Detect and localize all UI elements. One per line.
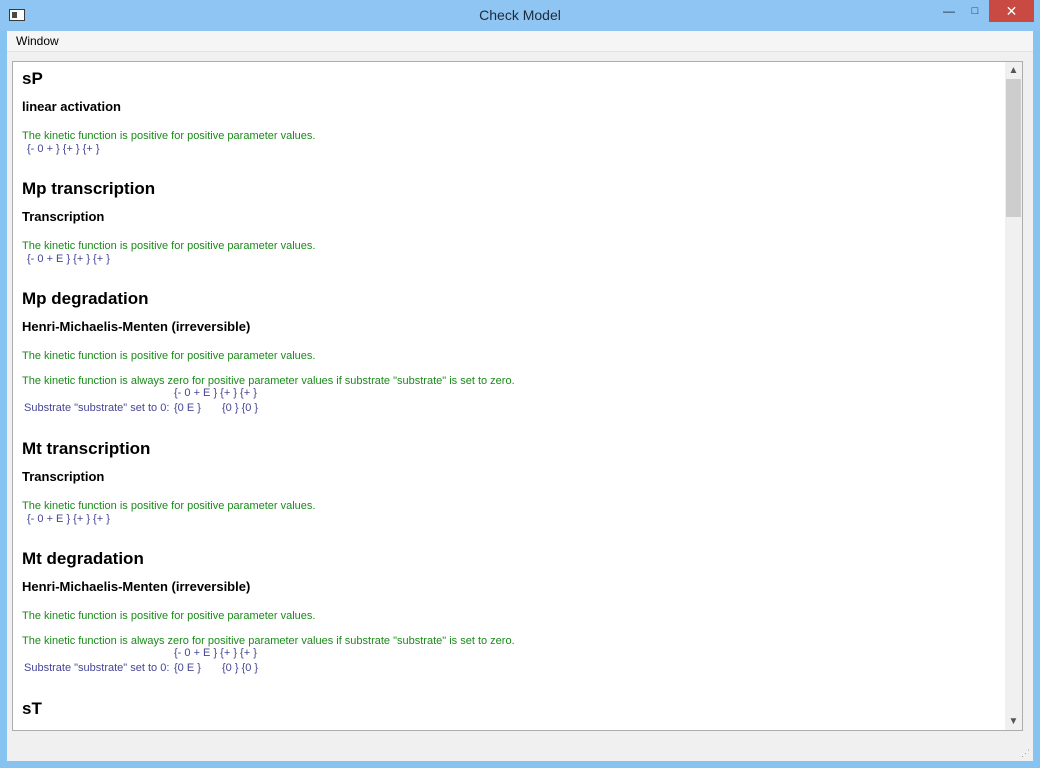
resize-grip-icon[interactable]: ⋰: [1020, 748, 1030, 758]
scrollbar-thumb[interactable]: [1006, 79, 1021, 217]
check-model-report[interactable]: sP linear activation The kinetic functio…: [12, 61, 1023, 731]
reaction-title: Mt degradation: [22, 549, 144, 568]
sign-pattern: {- 0 + E } {+ } {+ }: [27, 513, 110, 525]
sign-pattern: {- 0 + E } {+ } {+ }: [174, 647, 257, 659]
kinetic-law-name: Henri-Michaelis-Menten (irreversible): [22, 579, 251, 594]
substrate-sign-pattern: {0 E }: [174, 402, 201, 414]
substrate-sign-pattern: {0 E }: [174, 662, 201, 674]
menu-window[interactable]: Window: [16, 34, 59, 48]
sign-pattern: {- 0 + E } {+ } {+ }: [174, 387, 257, 399]
reaction-title: sT: [22, 699, 42, 718]
title-bar[interactable]: Check Model — □ ✕: [0, 0, 1040, 31]
substrate-label: Substrate "substrate" set to 0:: [24, 662, 170, 674]
scroll-up-icon[interactable]: ▲: [1005, 62, 1022, 79]
close-icon[interactable]: ✕: [989, 0, 1034, 22]
scroll-down-icon[interactable]: ▼: [1005, 713, 1022, 730]
substrate-sign-pattern: {0 } {0 }: [222, 662, 259, 674]
substrate-label: Substrate "substrate" set to 0:: [24, 402, 170, 414]
report-content: sP linear activation The kinetic functio…: [22, 66, 1007, 726]
vertical-scrollbar[interactable]: ▲ ▼: [1005, 62, 1022, 730]
window-client-area: Window sP linear activation The kinetic …: [7, 31, 1033, 761]
reaction-section: Mt degradation Henri-Michaelis-Menten (i…: [22, 548, 1007, 696]
maximize-icon[interactable]: □: [962, 0, 988, 22]
zero-substrate-message: The kinetic function is always zero for …: [22, 635, 515, 647]
sign-pattern: {- 0 + E } {+ } {+ }: [27, 253, 110, 265]
positivity-message: The kinetic function is positive for pos…: [22, 350, 316, 362]
kinetic-law-name: linear activation: [22, 99, 121, 114]
kinetic-law-name: Transcription: [22, 469, 105, 484]
positivity-message: The kinetic function is positive for pos…: [22, 130, 316, 142]
reaction-title: Mp degradation: [22, 289, 149, 308]
minimize-icon[interactable]: —: [936, 0, 962, 22]
sign-pattern-header: {- 0 + E } {+ } {+ }: [22, 647, 1007, 662]
substrate-sign-pattern: {0 } {0 }: [222, 402, 259, 414]
sign-pattern-header: {- 0 + E } {+ } {+ }: [22, 387, 1007, 402]
substrate-zero-row: Substrate "substrate" set to 0: {0 E } {…: [22, 402, 1007, 436]
reaction-section: Mt transcription Transcription The kinet…: [22, 438, 1007, 546]
sign-pattern: {- 0 + } {+ } {+ }: [27, 143, 100, 155]
reaction-section: sP linear activation The kinetic functio…: [22, 68, 1007, 176]
positivity-message: The kinetic function is positive for pos…: [22, 610, 316, 622]
reaction-title: Mp transcription: [22, 179, 156, 198]
substrate-zero-row: Substrate "substrate" set to 0: {0 E } {…: [22, 662, 1007, 696]
positivity-message: The kinetic function is positive for pos…: [22, 500, 316, 512]
positivity-message: The kinetic function is positive for pos…: [22, 240, 316, 252]
reaction-title: sP: [22, 69, 43, 88]
kinetic-law-name: Transcription: [22, 209, 105, 224]
window-title: Check Model: [479, 7, 561, 23]
reaction-section: Mp transcription Transcription The kinet…: [22, 178, 1007, 286]
kinetic-law-name: Henri-Michaelis-Menten (irreversible): [22, 319, 251, 334]
zero-substrate-message: The kinetic function is always zero for …: [22, 375, 515, 387]
reaction-title: Mt transcription: [22, 439, 151, 458]
reaction-section: Mp degradation Henri-Michaelis-Menten (i…: [22, 288, 1007, 436]
reaction-section: sT: [22, 698, 1007, 726]
menu-bar: Window: [7, 31, 1033, 52]
